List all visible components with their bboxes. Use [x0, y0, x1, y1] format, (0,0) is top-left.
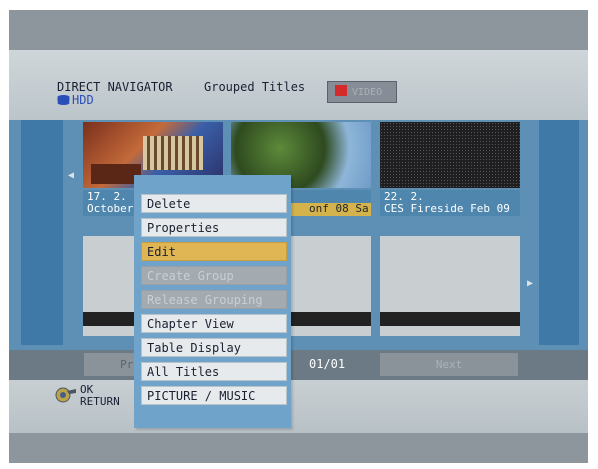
hdd-icon	[57, 95, 70, 105]
header-panel: DIRECT NAVIGATOR Grouped Titles HDD VIDE…	[9, 50, 588, 120]
video-tab-label: VIDEO	[352, 87, 383, 98]
context-menu: Delete Properties Edit Create Group Rele…	[134, 175, 291, 428]
menu-item-create-group: Create Group	[141, 266, 287, 285]
top-bar	[9, 10, 588, 50]
right-arrow-icon[interactable]: ▶	[527, 278, 533, 289]
left-side-panel[interactable]	[21, 120, 63, 345]
page-title: DIRECT NAVIGATOR	[57, 80, 173, 94]
menu-item-release-grouping: Release Grouping	[141, 290, 287, 309]
slot-bar	[380, 312, 520, 326]
title-label: 22. 2. CES Fireside Feb 09	[380, 190, 520, 216]
next-button[interactable]: Next	[380, 353, 518, 376]
drive-indicator: HDD	[57, 93, 94, 107]
left-arrow-icon[interactable]: ◀	[68, 170, 74, 181]
menu-item-chapter-view[interactable]: Chapter View	[141, 314, 287, 333]
drive-label: HDD	[72, 93, 94, 107]
menu-item-all-titles[interactable]: All Titles	[141, 362, 287, 381]
page-indicator: 01/01	[309, 357, 346, 371]
return-label: RETURN	[80, 395, 120, 408]
menu-item-edit[interactable]: Edit	[141, 242, 287, 261]
organ-image	[143, 136, 203, 170]
menu-item-properties[interactable]: Properties	[141, 218, 287, 237]
title-thumbnail[interactable]	[380, 122, 520, 188]
ok-return-icon	[55, 387, 76, 403]
title-name: onf 08 Sa	[309, 202, 369, 215]
menu-item-picture-music[interactable]: PICTURE / MUSIC	[141, 386, 287, 405]
title-name: CES Fireside Feb 09	[384, 202, 510, 215]
page-subtitle: Grouped Titles	[204, 80, 306, 94]
right-side-panel[interactable]	[539, 120, 579, 345]
record-icon	[335, 85, 347, 96]
tv-screen: DIRECT NAVIGATOR Grouped Titles HDD VIDE…	[9, 10, 588, 463]
menu-item-table-display[interactable]: Table Display	[141, 338, 287, 357]
menu-item-delete[interactable]: Delete	[141, 194, 287, 213]
empty-slot	[380, 236, 520, 336]
bottom-bar	[9, 433, 588, 463]
video-tab[interactable]: VIDEO	[327, 81, 397, 103]
